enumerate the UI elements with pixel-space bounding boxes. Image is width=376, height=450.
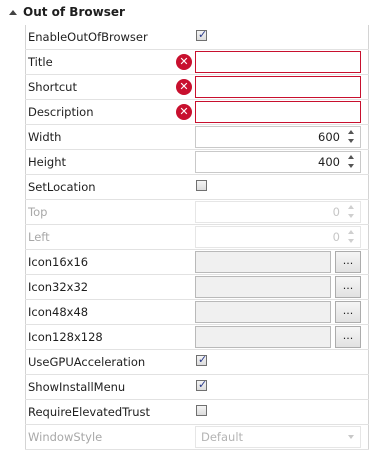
- icon48-browse-button[interactable]: ...: [335, 301, 361, 323]
- row-icon48: Icon48x48 ...: [25, 300, 369, 325]
- spinner-icon[interactable]: [347, 129, 356, 145]
- spinner-icon[interactable]: [347, 154, 356, 170]
- row-use-gpu-acceleration: UseGPUAcceleration ✓: [25, 350, 369, 375]
- error-icon: ✕: [176, 104, 192, 120]
- section-header[interactable]: Out of Browser: [0, 0, 376, 26]
- row-icon32: Icon32x32 ...: [25, 275, 369, 300]
- set-location-checkbox[interactable]: [196, 180, 207, 191]
- chevron-down-icon: [348, 435, 354, 439]
- row-left: Left 0: [25, 225, 369, 250]
- collapse-triangle-icon[interactable]: [9, 10, 17, 15]
- property-label: Description: [28, 105, 94, 119]
- top-stepper: 0: [195, 201, 361, 223]
- width-value: 600: [318, 130, 340, 144]
- window-style-value: Default: [201, 430, 244, 444]
- property-label: Icon32x32: [28, 280, 89, 294]
- row-shortcut: Shortcut ✕: [25, 75, 369, 100]
- use-gpu-acceleration-checkbox[interactable]: ✓: [196, 353, 208, 366]
- property-label: Width: [28, 130, 62, 144]
- width-stepper[interactable]: 600: [195, 126, 361, 148]
- row-icon128: Icon128x128 ...: [25, 325, 369, 350]
- row-window-style: WindowStyle Default: [25, 425, 369, 450]
- row-require-elevated-trust: RequireElevatedTrust: [25, 400, 369, 425]
- row-show-install-menu: ShowInstallMenu ✓: [25, 375, 369, 400]
- window-style-dropdown: Default: [195, 426, 361, 448]
- left-stepper: 0: [195, 226, 361, 248]
- property-label: Left: [28, 230, 50, 244]
- icon16-browse-button[interactable]: ...: [335, 251, 361, 273]
- left-value: 0: [332, 230, 340, 244]
- property-label: Icon16x16: [28, 255, 89, 269]
- icon128-browse-button[interactable]: ...: [335, 326, 361, 348]
- section-title: Out of Browser: [23, 5, 125, 19]
- row-width: Width 600: [25, 125, 369, 150]
- row-icon16: Icon16x16 ...: [25, 250, 369, 275]
- shortcut-input[interactable]: [195, 76, 361, 98]
- property-grid: EnableOutOfBrowser ✓ Title ✕ Shortcut ✕ …: [0, 25, 376, 450]
- show-install-menu-checkbox[interactable]: ✓: [196, 378, 208, 391]
- icon16-path-field[interactable]: [195, 251, 331, 273]
- enable-out-of-browser-checkbox[interactable]: ✓: [196, 28, 208, 41]
- row-enable-out-of-browser: EnableOutOfBrowser ✓: [25, 25, 369, 50]
- property-label: UseGPUAcceleration: [28, 355, 146, 369]
- error-icon: ✕: [176, 79, 192, 95]
- property-label: WindowStyle: [28, 430, 103, 444]
- icon32-path-field[interactable]: [195, 276, 331, 298]
- checkmark-icon: ✓: [198, 378, 208, 391]
- property-label: ShowInstallMenu: [28, 380, 126, 394]
- checkmark-icon: ✓: [198, 353, 208, 366]
- property-label: Height: [28, 155, 67, 169]
- icon48-path-field[interactable]: [195, 301, 331, 323]
- property-label: Shortcut: [28, 80, 77, 94]
- row-set-location: SetLocation: [25, 175, 369, 200]
- title-input[interactable]: [195, 51, 361, 73]
- height-stepper[interactable]: 400: [195, 151, 361, 173]
- property-label: Title: [28, 55, 53, 69]
- top-value: 0: [332, 205, 340, 219]
- row-description: Description ✕: [25, 100, 369, 125]
- row-height: Height 400: [25, 150, 369, 175]
- spinner-icon: [347, 204, 356, 220]
- checkmark-icon: ✓: [198, 28, 208, 41]
- row-title: Title ✕: [25, 50, 369, 75]
- row-top: Top 0: [25, 200, 369, 225]
- property-label: Icon128x128: [28, 330, 103, 344]
- spinner-icon: [347, 229, 356, 245]
- property-label: EnableOutOfBrowser: [28, 30, 148, 44]
- height-value: 400: [318, 155, 340, 169]
- error-icon: ✕: [176, 54, 192, 70]
- icon32-browse-button[interactable]: ...: [335, 276, 361, 298]
- property-label: RequireElevatedTrust: [28, 405, 151, 419]
- description-input[interactable]: [195, 101, 361, 123]
- property-label: Top: [28, 205, 48, 219]
- property-label: Icon48x48: [28, 305, 89, 319]
- require-elevated-trust-checkbox[interactable]: [196, 405, 207, 416]
- property-label: SetLocation: [28, 180, 96, 194]
- icon128-path-field[interactable]: [195, 326, 331, 348]
